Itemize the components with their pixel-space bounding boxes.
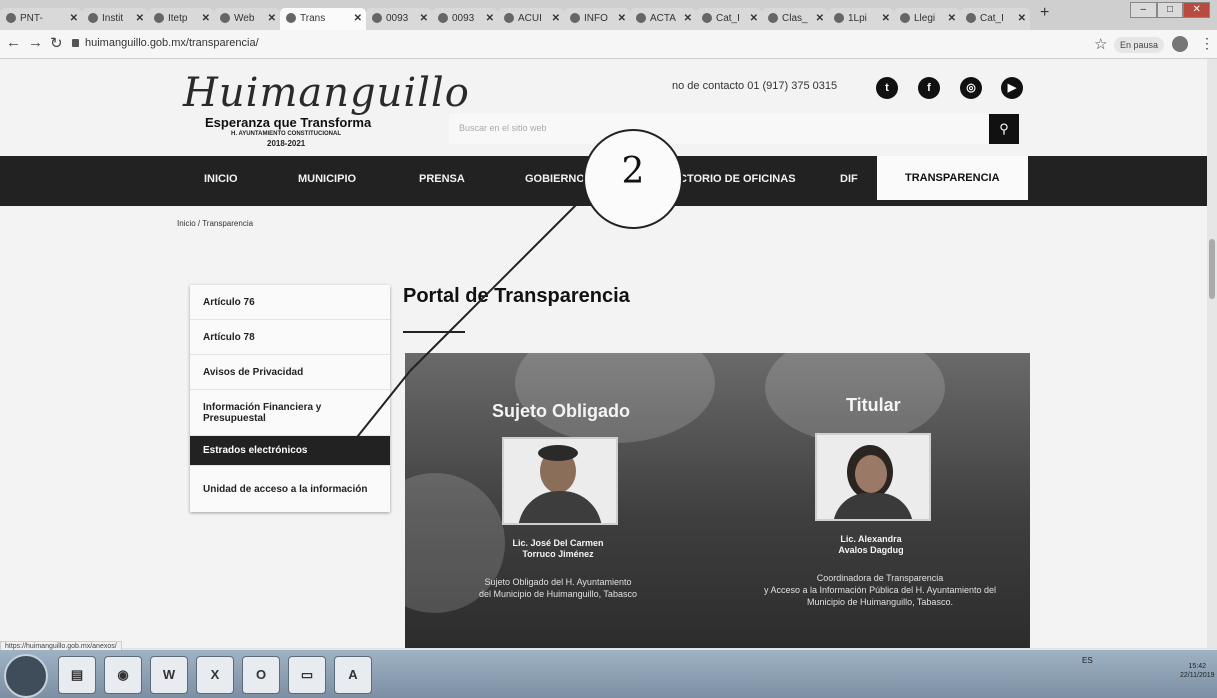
browser-tab[interactable]: Clas_ ✕ — [762, 8, 828, 30]
close-tab-icon[interactable]: ✕ — [486, 8, 494, 30]
browser-tab-strip: PNT- ✕ Instit ✕ Itetp ✕ Web ✕ Trans ✕ 0093 ✕ 0… — [0, 0, 1217, 30]
browser-tab[interactable]: Llegi ✕ — [894, 8, 960, 30]
vertical-scrollbar[interactable] — [1207, 59, 1217, 648]
minimize-button[interactable]: – — [1130, 2, 1157, 18]
browser-tab[interactable]: 1Lpi ✕ — [828, 8, 894, 30]
start-button[interactable] — [4, 654, 48, 698]
browser-tab[interactable]: Instit ✕ — [82, 8, 148, 30]
os-taskbar: ▤ ◉ W X O ▭ A ES 15:42 22/11/2019 — [0, 650, 1217, 698]
globe-icon — [6, 13, 16, 24]
close-tab-icon[interactable]: ✕ — [552, 8, 560, 30]
sync-paused-badge[interactable]: En pausa — [1114, 37, 1165, 53]
close-tab-icon[interactable]: ✕ — [354, 8, 362, 30]
close-tab-icon[interactable]: ✕ — [948, 8, 956, 30]
browser-tab[interactable]: 0093 ✕ — [432, 8, 498, 30]
close-tab-icon[interactable]: ✕ — [1018, 8, 1026, 30]
folder-icon[interactable]: ▭ — [288, 656, 326, 694]
globe-icon — [372, 13, 382, 24]
tab-favicon-icon — [900, 13, 910, 24]
tab-favicon-icon — [834, 13, 844, 24]
maximize-button[interactable]: □ — [1156, 2, 1184, 18]
browser-tab[interactable]: Itetp ✕ — [148, 8, 214, 30]
acrobat-icon[interactable]: A — [334, 656, 372, 694]
system-clock[interactable]: 15:42 22/11/2019 — [1180, 662, 1215, 680]
browser-tab[interactable]: Cat_I ✕ — [960, 8, 1030, 30]
window-controls: – □ ✕ — [1130, 2, 1211, 18]
globe-icon — [702, 13, 712, 24]
bookmark-star-icon[interactable]: ☆ — [1094, 35, 1107, 53]
globe-icon — [438, 13, 448, 24]
browser-menu-icon[interactable]: ⋮ — [1200, 35, 1214, 52]
close-tab-icon[interactable]: ✕ — [816, 8, 824, 30]
close-tab-icon[interactable]: ✕ — [70, 8, 78, 30]
close-tab-icon[interactable]: ✕ — [202, 8, 210, 30]
browser-tab[interactable]: ACTA ✕ — [630, 8, 696, 30]
tab-favicon-icon — [286, 13, 296, 24]
profile-avatar[interactable] — [1172, 36, 1188, 52]
browser-tab[interactable]: Cat_I ✕ — [696, 8, 762, 30]
tab-favicon-icon — [88, 13, 98, 24]
file-explorer-icon[interactable]: ▤ — [58, 656, 96, 694]
close-tab-icon[interactable]: ✕ — [684, 8, 692, 30]
close-tab-icon[interactable]: ✕ — [136, 8, 144, 30]
pointer-line — [409, 194, 587, 372]
window-close-button[interactable]: ✕ — [1183, 2, 1211, 18]
browser-tab[interactable]: Web ✕ — [214, 8, 280, 30]
pointer-line — [353, 370, 411, 442]
outlook-icon[interactable]: O — [242, 656, 280, 694]
globe-icon — [636, 13, 646, 24]
excel-icon[interactable]: X — [196, 656, 234, 694]
browser-tab[interactable]: 0093 ✕ — [366, 8, 432, 30]
word-icon[interactable]: W — [150, 656, 188, 694]
system-tray-language[interactable]: ES — [1082, 656, 1093, 665]
annotation-number: 2 — [621, 151, 645, 192]
new-tab-button[interactable]: + — [1040, 4, 1049, 22]
globe-icon — [966, 13, 976, 24]
close-tab-icon[interactable]: ✕ — [750, 8, 758, 30]
reload-icon[interactable]: ↻ — [50, 34, 63, 52]
browser-tab[interactable]: PNT- ✕ — [0, 8, 82, 30]
forward-arrow-icon[interactable]: → — [28, 34, 43, 51]
address-bar: ← → ↻ huimanguillo.gob.mx/transparencia/… — [0, 30, 1217, 59]
tab-favicon-icon — [154, 13, 164, 24]
tab-favicon-icon — [220, 13, 230, 24]
chrome-icon[interactable]: ◉ — [104, 656, 142, 694]
browser-tab[interactable]: INFO ✕ — [564, 8, 630, 30]
scrollbar-thumb[interactable] — [1209, 239, 1215, 299]
browser-tab[interactable]: ACUI ✕ — [498, 8, 564, 30]
close-tab-icon[interactable]: ✕ — [420, 8, 428, 30]
close-tab-icon[interactable]: ✕ — [618, 8, 626, 30]
globe-icon — [570, 13, 580, 24]
globe-icon — [504, 13, 514, 24]
back-arrow-icon[interactable]: ← — [6, 34, 21, 51]
url-field[interactable]: huimanguillo.gob.mx/transparencia/ — [72, 37, 259, 49]
globe-icon — [768, 13, 778, 24]
web-page: Huimanguillo Esperanza que Transforma H.… — [0, 59, 1207, 648]
close-tab-icon[interactable]: ✕ — [268, 8, 276, 30]
lock-icon — [72, 39, 79, 48]
browser-tab-active[interactable]: Trans ✕ — [280, 8, 366, 30]
close-tab-icon[interactable]: ✕ — [882, 8, 890, 30]
